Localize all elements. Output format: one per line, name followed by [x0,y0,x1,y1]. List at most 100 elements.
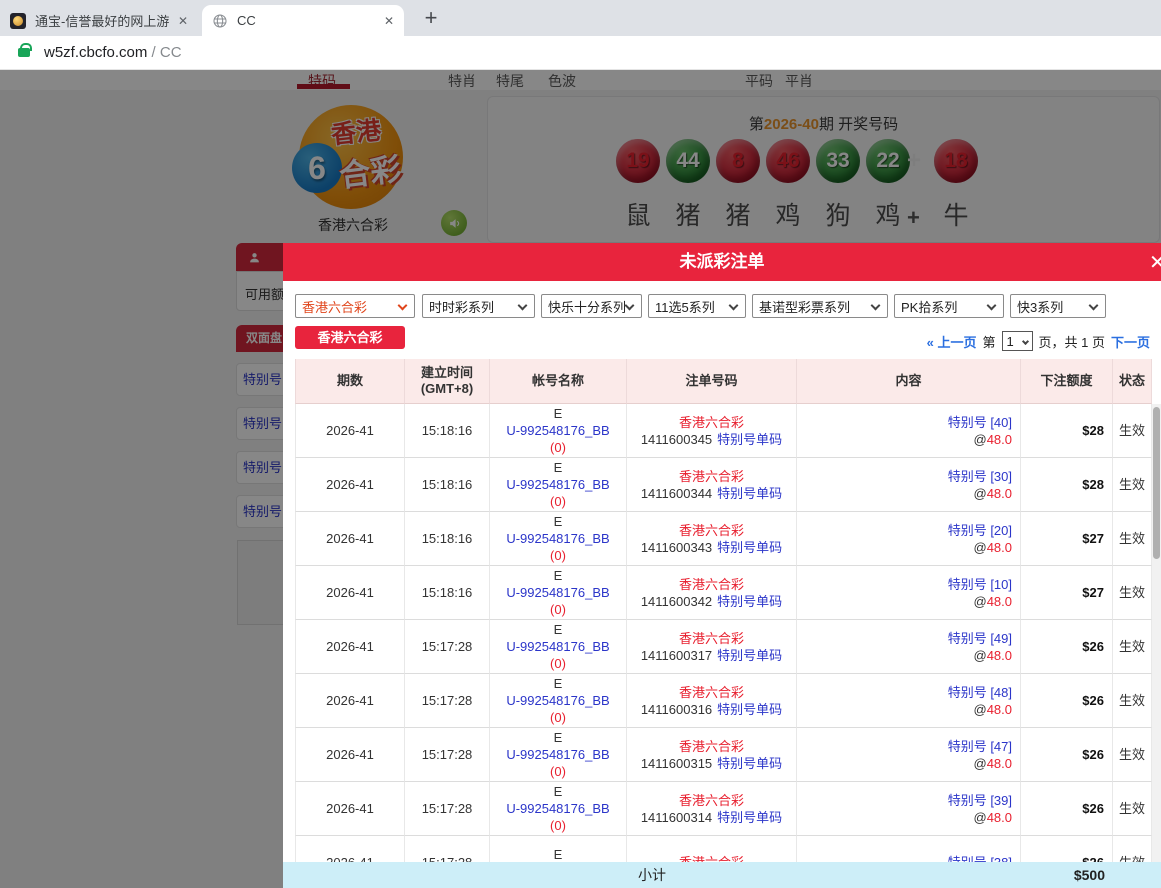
bet-number: 1411600345 [641,431,712,448]
scrollbar-thumb[interactable] [1153,407,1160,559]
close-tab-icon[interactable]: ✕ [178,14,188,28]
bet-number: 1411600342 [641,593,712,610]
bet-type-link[interactable]: 特别号单码 [717,647,782,664]
account-link[interactable]: U-992548176_BB [506,800,609,817]
lottery-filter-select[interactable]: PK拾系列 [894,294,1004,318]
cell-time: 15:17:28 [405,620,490,674]
table-row: 2026-41 15:18:16 E U-992548176_BB (0) 香港… [295,404,1152,458]
cell-issue: 2026-41 [295,620,405,674]
page-number-select[interactable]: 1 [1002,331,1033,351]
account-link[interactable]: U-992548176_BB [506,476,609,493]
cell-account: E U-992548176_BB (0) [490,512,627,566]
cell-account: E U-992548176_BB (0) [490,674,627,728]
bet-pick-link[interactable]: 特别号 [48] [948,684,1012,701]
bet-number: 1411600343 [641,539,712,556]
table-row: 2026-41 15:17:28 E U-992548176_BB (0) 香港… [295,674,1152,728]
lottery-filter-select[interactable]: 快乐十分系列 [541,294,642,318]
bet-number: 1411600316 [641,701,712,718]
amount-value: $27 [1082,584,1104,601]
status-value: 生效 [1119,746,1145,763]
bet-pick-link[interactable]: 特别号 [47] [948,738,1012,755]
issue-value: 2026-41 [326,746,374,763]
bet-pick-link[interactable]: 特别号 [40] [948,414,1012,431]
account-link[interactable]: U-992548176_BB [506,584,609,601]
account-count: (0) [550,439,566,456]
url-host: w5zf.cbcfo.com [44,44,147,61]
cell-time: 15:18:16 [405,458,490,512]
bet-type-link[interactable]: 特别号单码 [717,701,782,718]
bet-pick-link[interactable]: 特别号 [10] [948,576,1012,593]
browser-tab-1[interactable]: 通宝-信誉最好的网上游戏平 ✕ [0,5,198,36]
bet-type-link[interactable]: 特别号单码 [717,809,782,826]
cell-account: E U-992548176_BB (0) [490,404,627,458]
cell-bet-number: 香港六合彩 1411600344 特别号单码 [627,458,797,512]
odds-at-sign: @ [973,593,986,610]
account-link[interactable]: U-992548176_BB [506,692,609,709]
cell-content: 特别号 [10] @ 48.0 [797,566,1021,620]
lottery-filter-select[interactable]: 时时彩系列 [422,294,535,318]
cell-time: 15:17:28 [405,728,490,782]
cell-content: 特别号 [30] @ 48.0 [797,458,1021,512]
cell-account: E U-992548176_BB (0) [490,458,627,512]
url-bar[interactable]: w5zf.cbcfo.com / CC [0,36,1161,70]
header-sublabel: (GMT+8) [421,381,473,397]
table-header-cell: 建立时间 (GMT+8) [405,359,490,404]
browser-tab-2-active[interactable]: CC ✕ [202,5,404,36]
bet-type-link[interactable]: 特别号单码 [717,755,782,772]
filter-selected-value: 时时彩系列 [429,297,494,316]
lottery-filter-select[interactable]: 11选5系列 [648,294,746,318]
odds-value: 48.0 [987,647,1012,664]
cell-content: 特别号 [20] @ 48.0 [797,512,1021,566]
account-count: (0) [550,817,566,834]
close-tab-icon[interactable]: ✕ [384,14,394,28]
next-page-link[interactable]: 下一页 [1111,332,1150,351]
cell-account: E U-992548176_BB (0) [490,728,627,782]
bet-type-link[interactable]: 特别号单码 [717,593,782,610]
bet-pick-link[interactable]: 特别号 [30] [948,468,1012,485]
chevron-down-icon [518,301,528,311]
account-link[interactable]: U-992548176_BB [506,746,609,763]
bet-pick-link[interactable]: 特别号 [39] [948,792,1012,809]
table-scrollbar[interactable] [1152,404,1161,888]
bet-pick-link[interactable]: 特别号 [20] [948,522,1012,539]
unsettled-bets-modal: 未派彩注单 ✕ 香港六合彩 时时彩系列 快乐十分系列 [283,243,1161,888]
game-name: 香港六合彩 [679,684,744,701]
header-label: 注单号码 [685,373,737,389]
account-link[interactable]: U-992548176_BB [506,638,609,655]
issue-value: 2026-41 [326,800,374,817]
account-link[interactable]: U-992548176_BB [506,530,609,547]
lottery-filter-select[interactable]: 香港六合彩 [295,294,415,318]
cell-status: 生效 [1113,458,1152,512]
bet-pick-link[interactable]: 特别号 [49] [948,630,1012,647]
cell-content: 特别号 [47] @ 48.0 [797,728,1021,782]
odds-value: 48.0 [987,755,1012,772]
account-prefix: E [554,459,563,476]
bet-type-link[interactable]: 特别号单码 [717,539,782,556]
lottery-filter-select[interactable]: 基诺型彩票系列 [752,294,888,318]
cell-content: 特别号 [49] @ 48.0 [797,620,1021,674]
status-value: 生效 [1119,422,1145,439]
bet-type-link[interactable]: 特别号单码 [717,485,782,502]
page-number-value: 1 [1007,334,1014,349]
bet-type-link[interactable]: 特别号单码 [717,431,782,448]
odds-value: 48.0 [987,809,1012,826]
screen: 通宝-信誉最好的网上游戏平 ✕ CC ✕ + w5zf.cbcfo.com / … [0,0,1161,888]
new-tab-button[interactable]: + [418,5,444,31]
filter-selected-value: 基诺型彩票系列 [759,297,850,316]
cell-bet-number: 香港六合彩 1411600317 特别号单码 [627,620,797,674]
table-row: 2026-41 15:17:28 E U-992548176_BB (0) 香港… [295,782,1152,836]
cell-time: 15:17:28 [405,782,490,836]
lottery-filter-select[interactable]: 快3系列 [1010,294,1106,318]
cell-issue: 2026-41 [295,404,405,458]
active-game-button[interactable]: 香港六合彩 [295,326,405,349]
cell-amount: $28 [1021,458,1113,512]
pagination: « 上一页 第 1 页，共 1 页 下一页 [927,331,1150,351]
cell-status: 生效 [1113,782,1152,836]
cell-bet-number: 香港六合彩 1411600342 特别号单码 [627,566,797,620]
status-value: 生效 [1119,476,1145,493]
prev-page-link[interactable]: « 上一页 [927,332,977,351]
table-row: 2026-41 15:18:16 E U-992548176_BB (0) 香港… [295,458,1152,512]
account-link[interactable]: U-992548176_BB [506,422,609,439]
cell-account: E U-992548176_BB (0) [490,620,627,674]
account-prefix: E [554,621,563,638]
